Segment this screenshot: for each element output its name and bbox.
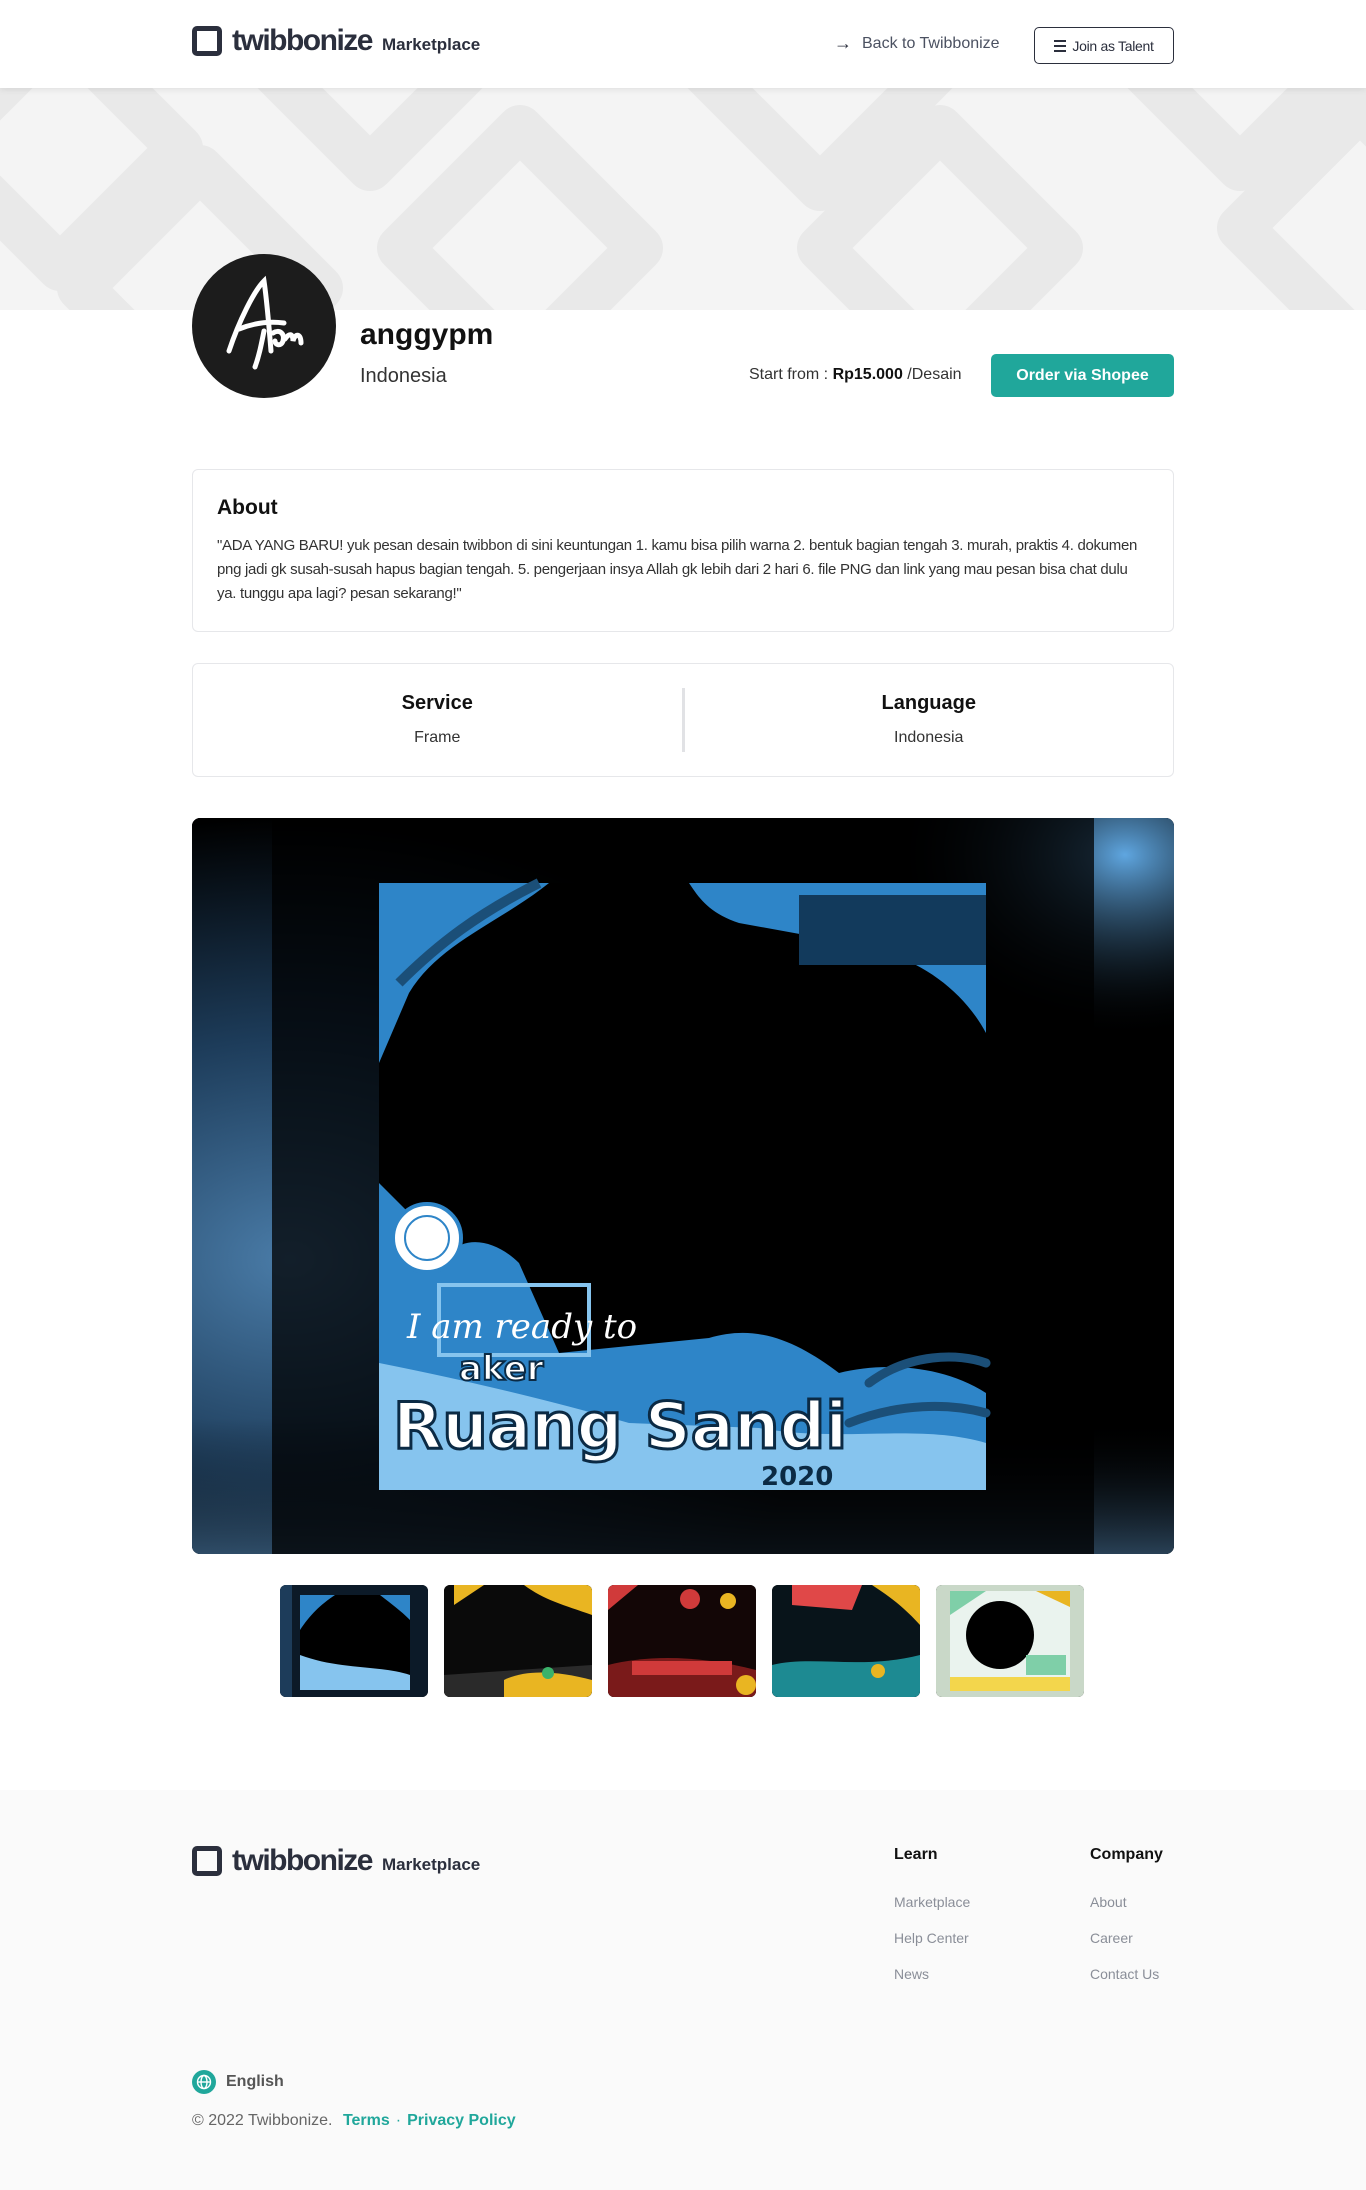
price-suffix: /Desain — [902, 366, 962, 383]
about-text: "ADA YANG BARU! yuk pesan desain twibbon… — [217, 537, 1138, 602]
price-prefix: Start from : — [749, 366, 833, 383]
main-preview-image: I am ready to aker Ruang Sandi 2020 — [192, 818, 1174, 1554]
logo-wordmark: twibbonize — [232, 1844, 373, 1877]
thumbnail-strip — [280, 1585, 1084, 1697]
service-value: Frame — [414, 729, 461, 746]
back-link-label: Back to Twibbonize — [862, 34, 1000, 52]
footer-link-marketplace[interactable]: Marketplace — [894, 1894, 970, 1910]
service-language-card: Service Frame Language Indonesia — [192, 663, 1174, 777]
footer-link-contact-us[interactable]: Contact Us — [1090, 1966, 1163, 1982]
footer-link-career[interactable]: Career — [1090, 1930, 1163, 1946]
language-title: Language — [881, 692, 976, 714]
thumbnail-3[interactable] — [608, 1585, 756, 1697]
user-country: Indonesia — [360, 365, 447, 387]
footer-learn-column: Learn Marketplace Help Center News — [894, 1846, 970, 2002]
thumbnail-1[interactable] — [280, 1585, 428, 1697]
logo[interactable]: twibbonize Marketplace — [192, 26, 480, 56]
learn-title: Learn — [894, 1846, 938, 1863]
avatar — [192, 254, 336, 398]
language-value: Indonesia — [894, 729, 964, 746]
globe-icon — [192, 2070, 216, 2094]
logo-square-icon — [192, 26, 222, 56]
footer: twibbonize Marketplace Learn Marketplace… — [0, 1790, 1366, 2190]
privacy-policy-link[interactable]: Privacy Policy — [407, 2112, 516, 2129]
logo-subtitle: Marketplace — [381, 35, 481, 54]
terms-link[interactable]: Terms — [343, 2112, 390, 2129]
logo-subtitle: Marketplace — [381, 1855, 481, 1874]
service-section: Service Frame — [193, 664, 682, 776]
copyright-text: © 2022 Twibbonize. — [192, 2112, 333, 2129]
join-label: Join as Talent — [1072, 37, 1154, 54]
start-price: Start from : Rp15.000 /Desain — [749, 366, 962, 384]
company-title: Company — [1090, 1846, 1163, 1863]
preview-year: 2020 — [761, 1462, 833, 1492]
logo-wordmark: twibbonize — [232, 24, 373, 57]
preview-tagline: I am ready to — [406, 1307, 637, 1347]
arrow-right-icon: → — [834, 33, 852, 53]
join-as-talent-button[interactable]: Join as Talent — [1034, 27, 1174, 64]
username: anggypm — [360, 318, 494, 351]
about-card: About "ADA YANG BARU! yuk pesan desain t… — [192, 469, 1174, 632]
footer-link-about[interactable]: About — [1090, 1894, 1163, 1910]
about-title: About — [217, 496, 278, 519]
separator-dot: · — [395, 2112, 402, 2129]
menu-icon — [1054, 39, 1067, 52]
preview-title: Ruang Sandi — [393, 1390, 847, 1464]
language-selector[interactable]: English — [192, 2070, 284, 2094]
footer-link-news[interactable]: News — [894, 1966, 970, 1982]
language-section: Language Indonesia — [685, 664, 1174, 776]
price-value: Rp15.000 — [832, 366, 903, 383]
order-via-shopee-button[interactable]: Order via Shopee — [991, 354, 1174, 397]
apm-logo-icon — [226, 275, 304, 370]
footer-logo[interactable]: twibbonize Marketplace — [192, 1846, 480, 1876]
profile-banner — [0, 88, 1366, 310]
logo-square-icon — [192, 1846, 222, 1876]
preview-aker: aker — [459, 1349, 544, 1389]
service-title: Service — [401, 692, 473, 714]
thumbnail-4[interactable] — [772, 1585, 920, 1697]
language-label: English — [226, 2073, 284, 2090]
thumbnail-5[interactable] — [936, 1585, 1084, 1697]
top-header: twibbonize Marketplace → Back to Twibbon… — [0, 0, 1366, 88]
thumbnail-2[interactable] — [444, 1585, 592, 1697]
footer-link-help-center[interactable]: Help Center — [894, 1930, 970, 1946]
copyright-line: © 2022 Twibbonize. Terms · Privacy Policy — [192, 2112, 516, 2130]
footer-company-column: Company About Career Contact Us — [1090, 1846, 1163, 2002]
back-to-twibbonize-link[interactable]: → Back to Twibbonize — [834, 33, 1000, 54]
